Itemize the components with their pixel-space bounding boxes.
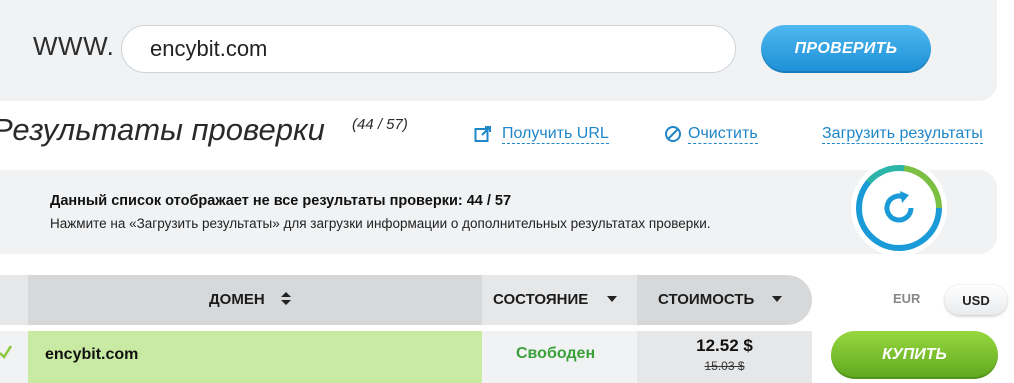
column-header-cost-label: СТОИМОСТЬ bbox=[658, 291, 755, 308]
buy-button[interactable]: КУПИТЬ bbox=[831, 331, 998, 379]
domain-search-input[interactable] bbox=[121, 25, 736, 73]
column-header-domain-label: ДОМЕН bbox=[209, 291, 265, 308]
www-prefix: WWW. bbox=[33, 31, 115, 61]
info-message-bold: Данный список отображает не все результа… bbox=[50, 193, 512, 209]
column-header-status-label: СОСТОЯНИЕ bbox=[493, 291, 589, 308]
results-count: (44 / 57) bbox=[352, 116, 408, 133]
info-message: Нажмите на «Загрузить результаты» для за… bbox=[50, 216, 711, 231]
clear-link[interactable]: Очистить bbox=[688, 125, 758, 144]
results-title: Результаты проверки bbox=[0, 112, 325, 147]
row-price: 12.52 $ bbox=[696, 336, 753, 355]
caret-down-icon[interactable] bbox=[772, 296, 782, 302]
currency-eur-option[interactable]: EUR bbox=[893, 291, 920, 306]
info-panel bbox=[0, 170, 997, 254]
cancel-icon[interactable] bbox=[664, 125, 682, 143]
row-status: Свободен bbox=[516, 345, 596, 362]
caret-down-icon[interactable] bbox=[607, 296, 617, 302]
row-domain: encybit.com bbox=[45, 346, 139, 363]
load-results-link[interactable]: Загрузить результаты bbox=[822, 125, 983, 144]
currency-usd-option[interactable]: USD bbox=[945, 285, 1007, 315]
check-button[interactable]: ПРОВЕРИТЬ bbox=[761, 25, 931, 73]
get-url-link[interactable]: Получить URL bbox=[502, 125, 609, 144]
row-old-price: 15.03 $ bbox=[704, 359, 745, 373]
header-checkbox-cell bbox=[0, 275, 28, 325]
refresh-progress-icon[interactable] bbox=[851, 160, 947, 256]
external-link-icon[interactable] bbox=[474, 125, 492, 143]
check-icon bbox=[0, 345, 12, 359]
sort-icon[interactable] bbox=[281, 292, 291, 305]
